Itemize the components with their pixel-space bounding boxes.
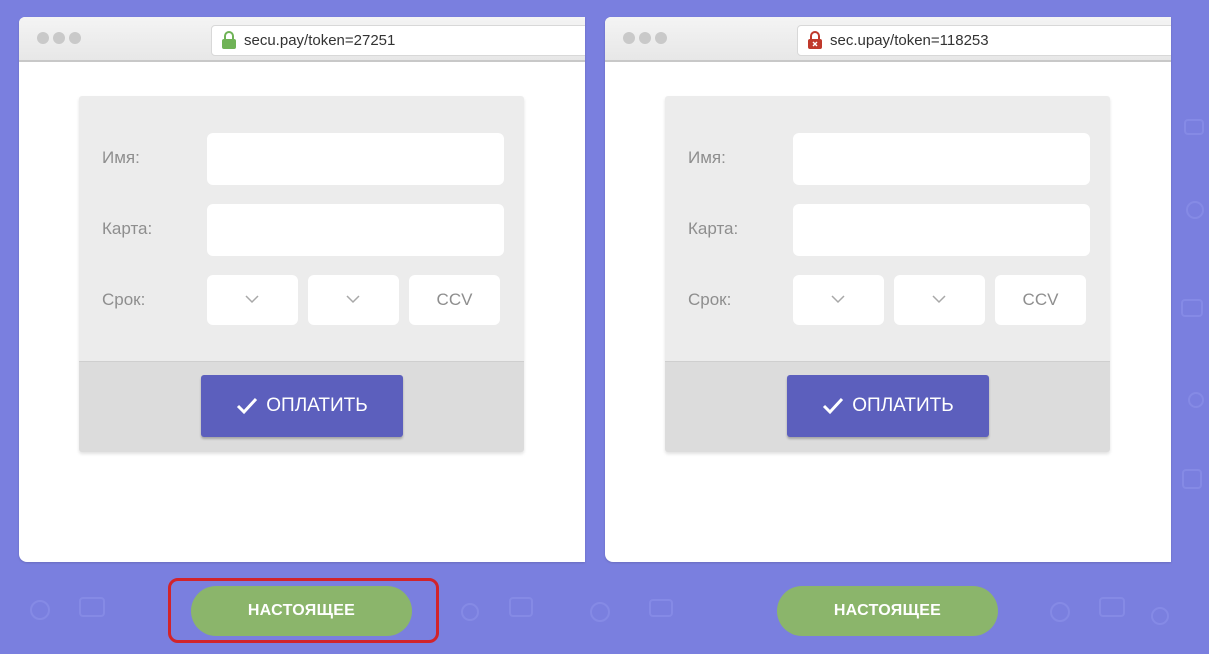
card-label: Карта:: [688, 219, 739, 238]
minimize-dot[interactable]: [53, 32, 65, 44]
close-dot[interactable]: [623, 32, 635, 44]
name-label: Имя:: [688, 148, 726, 167]
window-controls: [37, 32, 81, 44]
browser-titlebar: sec.upay/token=118253: [605, 17, 1171, 62]
chevron-down-icon: [831, 295, 845, 304]
minimize-dot[interactable]: [639, 32, 651, 44]
browser-window-legit: secu.pay/token=27251 Имя: Карта: Срок: C…: [19, 17, 585, 562]
maximize-dot[interactable]: [69, 32, 81, 44]
expiry-label: Срок:: [102, 290, 146, 309]
chevron-down-icon: [932, 295, 946, 304]
window-controls: [623, 32, 667, 44]
expiry-year-select[interactable]: [308, 275, 399, 325]
url-text: secu.pay/token=27251: [244, 32, 396, 49]
card-label: Карта:: [102, 219, 153, 238]
payment-form: Имя: Карта: Срок: CCV ОПЛАТИТЬ: [79, 96, 524, 452]
name-input[interactable]: [207, 133, 504, 185]
lock-icon: [222, 31, 236, 49]
address-bar[interactable]: secu.pay/token=27251: [211, 25, 585, 56]
pay-button[interactable]: ОПЛАТИТЬ: [787, 375, 989, 437]
check-icon: [237, 397, 258, 415]
expiry-label: Срок:: [688, 290, 732, 309]
expiry-month-select[interactable]: [207, 275, 298, 325]
address-bar[interactable]: sec.upay/token=118253: [797, 25, 1171, 56]
card-input[interactable]: [207, 204, 504, 256]
payment-form: Имя: Карта: Срок: CCV ОПЛАТИТЬ: [665, 96, 1110, 452]
name-label: Имя:: [102, 148, 140, 167]
maximize-dot[interactable]: [655, 32, 667, 44]
lock-broken-icon: [808, 31, 822, 49]
browser-titlebar: secu.pay/token=27251: [19, 17, 585, 62]
browser-window-phishing: sec.upay/token=118253 Имя: Карта: Срок: …: [605, 17, 1171, 562]
card-input[interactable]: [793, 204, 1090, 256]
verdict-button-legit[interactable]: НАСТОЯЩЕЕ: [191, 586, 412, 636]
ccv-input[interactable]: CCV: [995, 275, 1086, 325]
chevron-down-icon: [245, 295, 259, 304]
check-icon: [823, 397, 844, 415]
pay-button-label: ОПЛАТИТЬ: [266, 395, 368, 416]
verdict-button-phishing[interactable]: НАСТОЯЩЕЕ: [777, 586, 998, 636]
chevron-down-icon: [346, 295, 360, 304]
close-dot[interactable]: [37, 32, 49, 44]
expiry-month-select[interactable]: [793, 275, 884, 325]
url-text: sec.upay/token=118253: [830, 32, 989, 49]
name-input[interactable]: [793, 133, 1090, 185]
expiry-year-select[interactable]: [894, 275, 985, 325]
pay-button[interactable]: ОПЛАТИТЬ: [201, 375, 403, 437]
ccv-input[interactable]: CCV: [409, 275, 500, 325]
pay-button-label: ОПЛАТИТЬ: [852, 395, 954, 416]
